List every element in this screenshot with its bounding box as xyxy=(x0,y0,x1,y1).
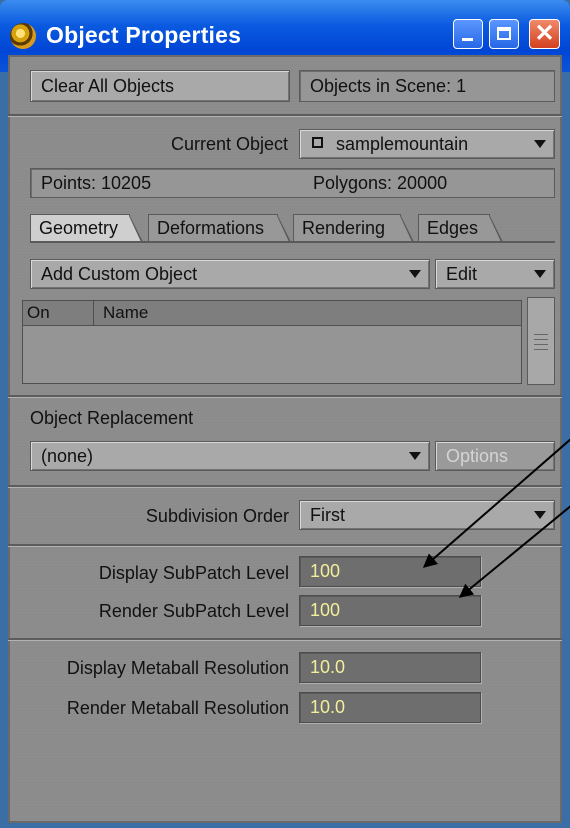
window-title: Object Properties xyxy=(46,22,242,48)
render-metaball-resolution-input[interactable]: 10.0 xyxy=(299,692,481,723)
close-button[interactable]: ✕ xyxy=(529,19,560,49)
subdivision-order-dropdown[interactable]: First xyxy=(299,500,555,530)
subdivision-order-label: Subdivision Order xyxy=(145,506,289,526)
current-object-value: samplemountain xyxy=(336,133,469,154)
tab-label: Edges xyxy=(427,218,479,238)
options-button[interactable]: Options xyxy=(435,441,555,471)
objects-in-scene-display: Objects in Scene: 1 xyxy=(299,70,555,102)
tab-label: Deformations xyxy=(157,218,265,238)
tab-rendering[interactable]: Rendering xyxy=(293,214,414,242)
current-object-dropdown[interactable]: samplemountain xyxy=(299,129,555,159)
divider xyxy=(8,544,562,547)
divider xyxy=(8,395,562,398)
minimize-icon xyxy=(462,38,473,41)
clear-all-objects-button[interactable]: Clear All Objects xyxy=(30,70,290,102)
object-properties-window: Object Properties ✕ Clear All Objects Ob… xyxy=(0,0,570,828)
chevron-down-icon xyxy=(409,452,421,460)
custom-object-list[interactable] xyxy=(22,326,522,384)
add-custom-object-label: Add Custom Object xyxy=(41,263,198,284)
maximize-icon xyxy=(497,27,511,40)
tab-edge xyxy=(129,216,141,242)
scroll-grip xyxy=(534,349,548,350)
divider xyxy=(8,114,562,117)
scroll-grip xyxy=(534,339,548,340)
object-replacement-dropdown[interactable]: (none) xyxy=(30,441,430,471)
chevron-down-icon xyxy=(409,270,421,278)
lightwave-logo-icon xyxy=(10,23,36,49)
render-subpatch-level-label: Render SubPatch Level xyxy=(98,601,289,621)
polygons-count: Polygons: 20000 xyxy=(313,172,448,193)
tab-edge xyxy=(489,216,501,242)
tab-label: Rendering xyxy=(302,218,386,238)
edit-dropdown[interactable]: Edit xyxy=(435,259,555,289)
chevron-down-icon xyxy=(534,511,546,519)
list-scrollbar[interactable] xyxy=(527,297,555,385)
render-subpatch-level-input[interactable]: 100 xyxy=(299,595,481,626)
chevron-down-icon xyxy=(534,270,546,278)
current-object-label: Current Object xyxy=(170,134,288,154)
display-metaball-resolution-input[interactable]: 10.0 xyxy=(299,652,481,683)
close-icon: ✕ xyxy=(534,20,555,47)
minimize-button[interactable] xyxy=(453,19,483,49)
tab-edge xyxy=(400,216,412,242)
render-metaball-resolution-label: Render Metaball Resolution xyxy=(66,698,289,718)
scroll-grip xyxy=(534,334,548,335)
object-replacement-label: Object Replacement xyxy=(30,408,194,428)
column-on[interactable]: On xyxy=(27,303,50,323)
edit-label: Edit xyxy=(446,263,478,284)
tab-edges[interactable]: Edges xyxy=(418,214,503,242)
display-subpatch-level-label: Display SubPatch Level xyxy=(98,563,289,583)
scroll-grip xyxy=(534,344,548,345)
display-metaball-resolution-label: Display Metaball Resolution xyxy=(66,658,289,678)
maximize-button[interactable] xyxy=(489,19,519,49)
object-cube-icon xyxy=(312,137,323,148)
properties-panel: Clear All Objects Objects in Scene: 1 Cu… xyxy=(8,55,562,823)
chevron-down-icon xyxy=(534,140,546,148)
column-divider xyxy=(93,301,94,325)
tab-deformations[interactable]: Deformations xyxy=(148,214,291,242)
tab-geometry[interactable]: Geometry xyxy=(30,214,143,242)
divider xyxy=(8,485,562,488)
tab-baseline xyxy=(30,241,555,243)
tab-label: Geometry xyxy=(39,218,119,238)
subdivision-order-value: First xyxy=(310,504,345,525)
divider xyxy=(8,638,562,641)
column-name[interactable]: Name xyxy=(103,303,148,323)
custom-object-list-header: On Name xyxy=(22,300,522,326)
add-custom-object-dropdown[interactable]: Add Custom Object xyxy=(30,259,430,289)
tab-edge xyxy=(277,216,289,242)
points-count: Points: 10205 xyxy=(41,172,152,193)
object-replacement-value: (none) xyxy=(41,445,94,466)
display-subpatch-level-input[interactable]: 100 xyxy=(299,556,481,587)
object-stats-bar: Points: 10205 Polygons: 20000 xyxy=(30,168,555,198)
